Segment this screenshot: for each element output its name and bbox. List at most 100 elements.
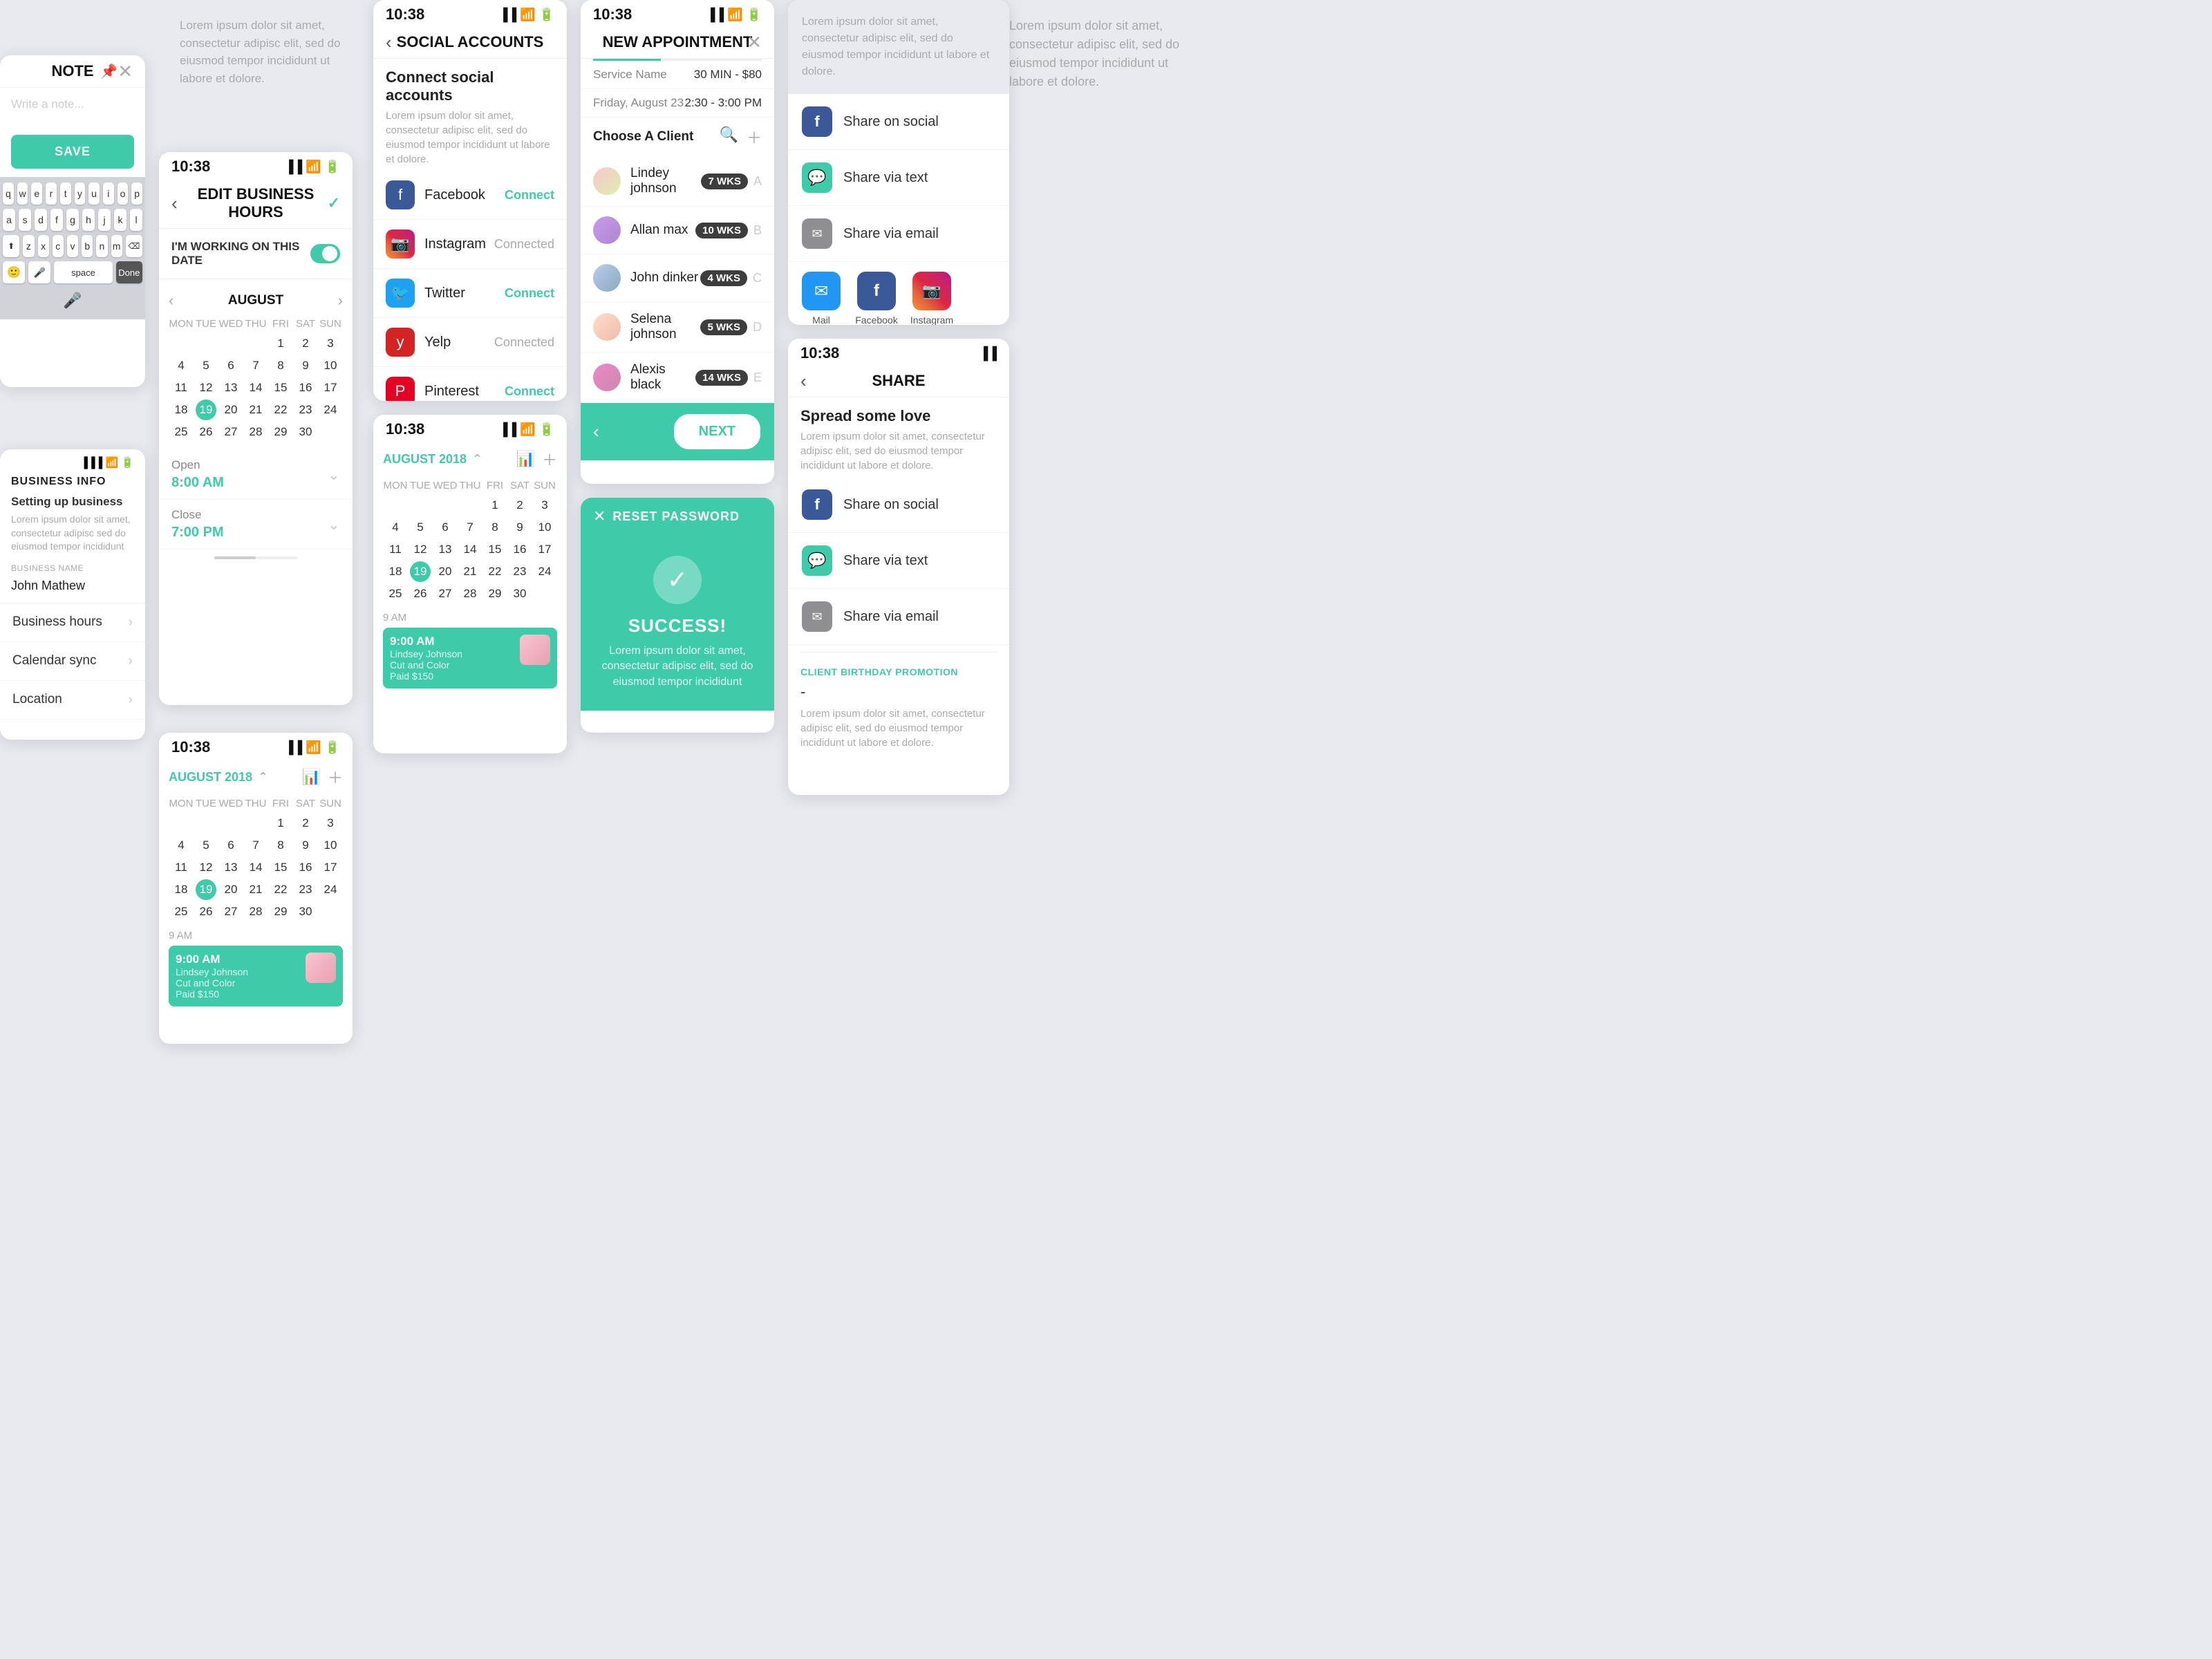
cal-day-9[interactable]: 9 — [293, 355, 318, 377]
note-pin-icon[interactable]: 📌 — [100, 63, 118, 80]
kb-g[interactable]: g — [66, 209, 79, 231]
share-bottom-social-row[interactable]: f Share on social — [788, 477, 1009, 533]
cal-day-15[interactable]: 15 — [268, 377, 293, 399]
kb-o[interactable]: o — [118, 182, 129, 205]
cal-day-11[interactable]: 11 — [169, 377, 194, 399]
hours-cal-next[interactable]: › — [338, 292, 343, 310]
share-bottom-email-row[interactable]: ✉ Share via email — [788, 589, 1009, 645]
kb-l[interactable]: l — [130, 209, 142, 231]
cal-day-4[interactable]: 4 — [169, 355, 194, 377]
kb-space[interactable]: space — [54, 261, 112, 283]
appt-search-icon[interactable]: 🔍 — [720, 126, 738, 148]
share-via-email-row[interactable]: ✉ Share via email — [788, 206, 1009, 262]
kb-a[interactable]: a — [3, 209, 15, 231]
cal-day-7[interactable]: 7 — [243, 355, 268, 377]
cal3-chart-icon[interactable]: 📊 — [516, 450, 535, 468]
kb-f[interactable]: f — [50, 209, 63, 231]
share-on-social-row[interactable]: f Share on social — [788, 94, 1009, 150]
cal-day-5[interactable]: 5 — [194, 355, 218, 377]
cal-day-28[interactable]: 28 — [243, 421, 268, 443]
share-bottom-back-icon[interactable]: ‹ — [800, 371, 807, 392]
facebook-connect-btn[interactable]: Connect — [505, 188, 554, 203]
hours-cal-prev[interactable]: ‹ — [169, 292, 174, 310]
cal-day-19[interactable]: 19 — [196, 400, 216, 420]
kb-q[interactable]: q — [3, 182, 14, 205]
kb-d[interactable]: d — [35, 209, 47, 231]
cal2-add-icon[interactable]: ＋ — [328, 766, 343, 788]
cal-day-16[interactable]: 16 — [293, 377, 318, 399]
cal-day-26[interactable]: 26 — [194, 421, 218, 443]
kb-p[interactable]: p — [131, 182, 142, 205]
share-via-text-row[interactable]: 💬 Share via text — [788, 150, 1009, 206]
hours-close-chevron[interactable]: ⌄ — [328, 516, 340, 534]
kb-h[interactable]: h — [82, 209, 95, 231]
hours-toggle[interactable] — [310, 244, 340, 263]
client-row-4[interactable]: Alexis black 14 WKS E — [581, 353, 774, 403]
cal-day-12[interactable]: 12 — [194, 377, 218, 399]
appt-footer-back-icon[interactable]: ‹ — [593, 421, 599, 442]
cal-day-20[interactable]: 20 — [218, 399, 243, 421]
cal2-chevron-up[interactable]: ⌃ — [258, 770, 268, 785]
app-facebook[interactable]: f Facebook — [853, 272, 900, 325]
cal2-chart-icon[interactable]: 📊 — [302, 768, 321, 786]
client-row-1[interactable]: Allan max 10 WKS B — [581, 207, 774, 254]
kb-c[interactable]: c — [53, 235, 64, 257]
kb-x[interactable]: x — [38, 235, 49, 257]
pinterest-connect-btn[interactable]: Connect — [505, 384, 554, 399]
hours-open-chevron[interactable]: ⌄ — [328, 466, 340, 484]
reset-close-icon[interactable]: ✕ — [593, 507, 606, 525]
kb-m[interactable]: m — [111, 235, 122, 257]
share-bottom-text-row[interactable]: 💬 Share via text — [788, 533, 1009, 589]
cal-day-13[interactable]: 13 — [218, 377, 243, 399]
kb-emoji[interactable]: 🙂 — [3, 261, 25, 283]
kb-n[interactable]: n — [96, 235, 107, 257]
cal-day-29[interactable]: 29 — [268, 421, 293, 443]
note-save-button[interactable]: SAVE — [11, 135, 134, 169]
app-mail[interactable]: ✉ Mail — [798, 272, 845, 325]
cal-day-21[interactable]: 21 — [243, 399, 268, 421]
kb-i[interactable]: i — [103, 182, 114, 205]
client-row-0[interactable]: Lindey johnson 7 WKS A — [581, 156, 774, 207]
cal-day-22[interactable]: 22 — [268, 399, 293, 421]
social-back-icon[interactable]: ‹ — [386, 32, 392, 53]
kb-r[interactable]: r — [46, 182, 57, 205]
kb-k[interactable]: k — [114, 209, 126, 231]
kb-done[interactable]: Done — [116, 261, 142, 283]
cal2-event-card[interactable]: 9:00 AM Lindsey Johnson Cut and Color Pa… — [169, 946, 343, 1006]
app-instagram[interactable]: 📷 Instagram — [908, 272, 955, 325]
cal-day-6[interactable]: 6 — [218, 355, 243, 377]
kb-del[interactable]: ⌫ — [126, 235, 142, 257]
biz-cal-row[interactable]: Calendar sync › — [0, 642, 145, 681]
kb-z[interactable]: z — [23, 235, 34, 257]
kb-y[interactable]: y — [75, 182, 86, 205]
cal-day-14[interactable]: 14 — [243, 377, 268, 399]
cal-day-18[interactable]: 18 — [169, 399, 194, 421]
hours-back-icon[interactable]: ‹ — [171, 193, 178, 214]
biz-hours-row[interactable]: Business hours › — [0, 603, 145, 642]
cal-day-2[interactable]: 2 — [293, 332, 318, 355]
client-row-2[interactable]: John dinker 4 WKS C — [581, 254, 774, 302]
kb-t[interactable]: t — [60, 182, 71, 205]
appt-close-icon[interactable]: ✕ — [747, 32, 762, 53]
cal3-add-icon[interactable]: ＋ — [542, 448, 557, 470]
cal-day-17[interactable]: 17 — [318, 377, 343, 399]
cal-day-30[interactable]: 30 — [293, 421, 318, 443]
kb-v[interactable]: v — [67, 235, 78, 257]
kb-u[interactable]: u — [88, 182, 100, 205]
cal-day-3[interactable]: 3 — [318, 332, 343, 355]
cal3-chevron-up[interactable]: ⌃ — [472, 452, 482, 467]
twitter-connect-btn[interactable]: Connect — [505, 286, 554, 301]
cal-day-1[interactable]: 1 — [268, 332, 293, 355]
kb-mic[interactable]: 🎤 — [28, 261, 50, 283]
cal3-event-card[interactable]: 9:00 AM Lindsey Johnson Cut and Color Pa… — [383, 628, 557, 688]
kb-w[interactable]: w — [17, 182, 28, 205]
note-close-icon[interactable]: ✕ — [118, 61, 133, 82]
appt-add-client-icon[interactable]: ＋ — [747, 126, 762, 148]
cal-day-24[interactable]: 24 — [318, 399, 343, 421]
cal-day-27[interactable]: 27 — [218, 421, 243, 443]
appt-next-button[interactable]: NEXT — [673, 413, 762, 451]
biz-loc-row[interactable]: Location › — [0, 681, 145, 720]
cal-day-23[interactable]: 23 — [293, 399, 318, 421]
cal-day-25[interactable]: 25 — [169, 421, 194, 443]
hours-check-icon[interactable]: ✓ — [328, 194, 340, 212]
